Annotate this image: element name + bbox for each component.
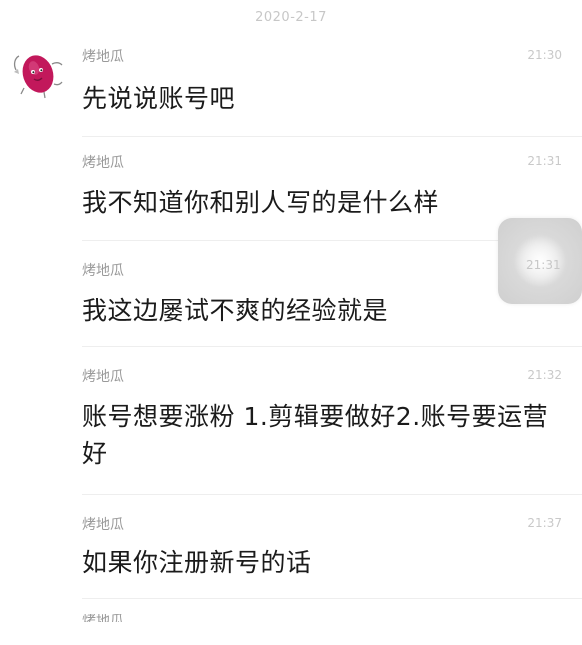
sender-name: 烤地瓜 [82, 155, 124, 171]
message-time-behind-button: 21:31 [526, 258, 561, 272]
message-divider [82, 598, 582, 599]
message-text: 先说说账号吧 [82, 84, 236, 113]
sender-name: 烤地瓜 [82, 49, 124, 65]
bottom-area [0, 622, 582, 645]
message-time: 21:37 [527, 516, 562, 530]
message-text: 我不知道你和别人写的是什么样 [82, 188, 440, 217]
date-header: 2020-2-17 [255, 10, 327, 25]
sender-name: 烤地瓜 [82, 517, 124, 533]
chat-screen: 2020-2-17 烤地瓜 21:30 先说说账号吧 烤地瓜 21:31 我不知… [0, 0, 582, 645]
message-divider [82, 494, 582, 495]
message-time: 21:30 [527, 48, 562, 62]
message-divider [82, 346, 582, 347]
message-time: 21:31 [527, 154, 562, 168]
message-divider [82, 136, 582, 137]
partial-sender-name: 烤地瓜 [82, 614, 124, 622]
sender-name: 烤地瓜 [82, 263, 124, 279]
sender-name: 烤地瓜 [82, 369, 124, 385]
message-text: 如果你注册新号的话 [82, 548, 312, 577]
message-text: 我这边屡试不爽的经验就是 [82, 296, 389, 325]
assistive-touch-icon[interactable]: 21:31 [498, 218, 582, 304]
message-text: 账号想要涨粉 1.剪辑要做好2.账号要运营好 [82, 402, 549, 468]
message-time: 21:32 [527, 368, 562, 382]
sweet-potato-avatar-icon[interactable] [10, 44, 68, 102]
